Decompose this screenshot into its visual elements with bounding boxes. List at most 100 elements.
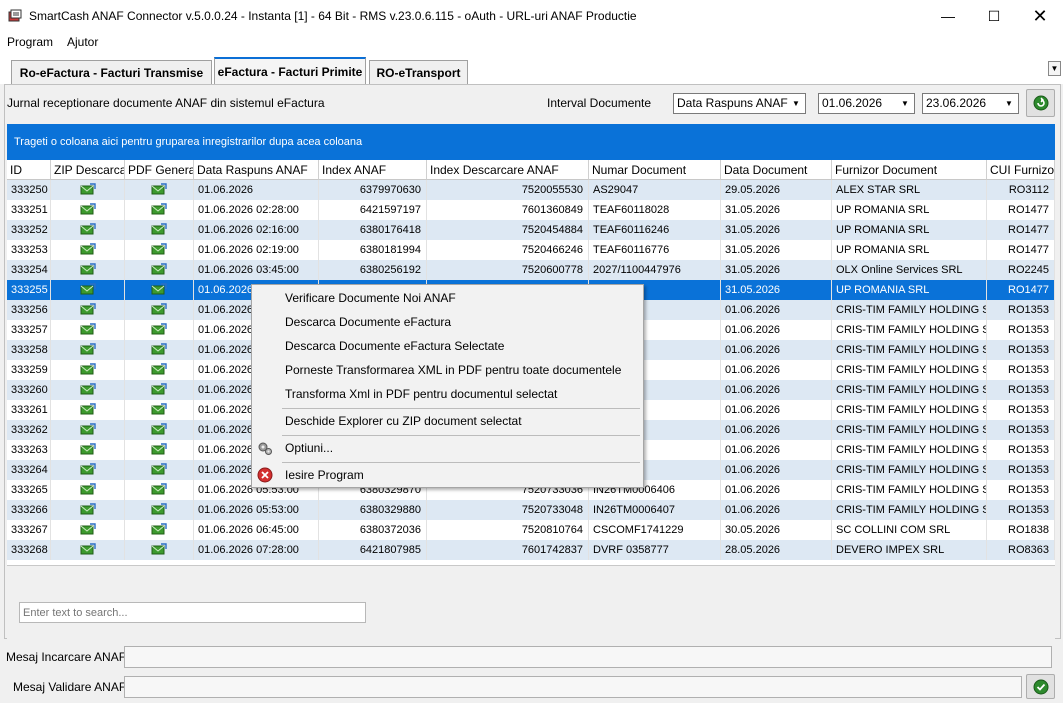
cell-index-anaf: 6380181994: [319, 240, 427, 260]
cell-pdf-status: [125, 460, 194, 480]
search-input[interactable]: [19, 602, 366, 623]
interval-type-value: Data Raspuns ANAF: [677, 96, 788, 110]
cell-zip-status: [51, 200, 125, 220]
zip-downloaded-icon: [80, 203, 96, 215]
column-header-furnizor[interactable]: Furnizor Document: [832, 160, 987, 180]
cell-zip-status: [51, 360, 125, 380]
tab-facturi-primite[interactable]: eFactura - Facturi Primite: [214, 57, 366, 84]
menu-program[interactable]: Program: [7, 35, 53, 49]
cell-id: 333254: [7, 260, 51, 280]
pdf-generated-icon: [151, 223, 167, 235]
cell-cui: RO1353: [987, 380, 1055, 400]
cell-data-document: 29.05.2026: [721, 180, 832, 200]
cell-data-raspuns: 01.06.2026: [194, 180, 319, 200]
cell-pdf-status: [125, 220, 194, 240]
cell-data-document: 31.05.2026: [721, 240, 832, 260]
cell-zip-status: [51, 440, 125, 460]
menu-ajutor[interactable]: Ajutor: [67, 35, 98, 49]
tab-etransport[interactable]: RO-eTransport: [369, 60, 468, 84]
column-header-index-anaf[interactable]: Index ANAF: [319, 160, 427, 180]
menu-item-optiuni[interactable]: Optiuni...: [285, 441, 333, 455]
group-by-panel[interactable]: Trageti o coloana aici pentru gruparea i…: [7, 124, 1055, 160]
menu-item-explorer-zip[interactable]: Deschide Explorer cu ZIP document select…: [285, 414, 522, 428]
pdf-generated-icon: [151, 303, 167, 315]
menu-item-descarca[interactable]: Descarca Documente eFactura: [285, 315, 451, 329]
menu-item-transformare-toate[interactable]: Porneste Transformarea XML in PDF pentru…: [285, 363, 621, 377]
cell-index-anaf: 6380256192: [319, 260, 427, 280]
validare-field: [124, 676, 1022, 698]
menu-item-iesire[interactable]: Iesire Program: [285, 468, 364, 482]
refresh-button[interactable]: [1026, 89, 1055, 117]
cell-index-descarcare: 7601360849: [427, 200, 589, 220]
table-row[interactable]: 333267 01.06.2026 06:45:00 6380372036 75208…: [7, 520, 1055, 540]
cell-cui: RO1353: [987, 320, 1055, 340]
cell-cui: RO1353: [987, 420, 1055, 440]
menu-item-verificare[interactable]: Verificare Documente Noi ANAF: [285, 291, 456, 305]
chevron-down-icon: ▼: [792, 99, 800, 108]
cell-zip-status: [51, 300, 125, 320]
cell-furnizor: CRIS-TIM FAMILY HOLDING S.A: [832, 500, 987, 520]
table-row[interactable]: 333252 01.06.2026 02:16:00 6380176418 75204…: [7, 220, 1055, 240]
zip-downloaded-icon: [80, 283, 96, 295]
table-row[interactable]: 333266 01.06.2026 05:53:00 6380329880 75207…: [7, 500, 1055, 520]
minimize-button[interactable]: —: [925, 0, 971, 32]
date-from-picker[interactable]: 01.06.2026 ▼: [818, 93, 915, 114]
cell-id: 333253: [7, 240, 51, 260]
cell-index-anaf: 6380329880: [319, 500, 427, 520]
validate-button[interactable]: [1026, 674, 1055, 699]
cell-zip-status: [51, 520, 125, 540]
column-header-id[interactable]: ID: [7, 160, 51, 180]
column-header-numar-document[interactable]: Numar Document: [589, 160, 721, 180]
cell-furnizor: DEVERO IMPEX SRL: [832, 540, 987, 560]
cell-data-raspuns: 01.06.2026 07:28:00: [194, 540, 319, 560]
date-to-picker[interactable]: 23.06.2026 ▼: [922, 93, 1019, 114]
cell-id: 333261: [7, 400, 51, 420]
cell-id: 333262: [7, 420, 51, 440]
cell-data-document: 01.06.2026: [721, 380, 832, 400]
column-header-pdf[interactable]: PDF Generat: [125, 160, 194, 180]
tab-scroll-down-icon[interactable]: ▼: [1048, 61, 1061, 76]
menu-item-descarca-selectate[interactable]: Descarca Documente eFactura Selectate: [285, 339, 504, 353]
cell-zip-status: [51, 400, 125, 420]
table-row[interactable]: 333251 01.06.2026 02:28:00 6421597197 76013…: [7, 200, 1055, 220]
pdf-generated-icon: [151, 503, 167, 515]
zip-downloaded-icon: [80, 343, 96, 355]
table-row[interactable]: 333254 01.06.2026 03:45:00 6380256192 75206…: [7, 260, 1055, 280]
cell-zip-status: [51, 280, 125, 300]
cell-furnizor: CRIS-TIM FAMILY HOLDING S.A: [832, 400, 987, 420]
cell-data-document: 01.06.2026: [721, 480, 832, 500]
column-header-cui[interactable]: CUI Furnizor: [987, 160, 1055, 180]
column-header-data-raspuns[interactable]: Data Raspuns ANAF: [194, 160, 319, 180]
cell-index-descarcare: 7601742837: [427, 540, 589, 560]
maximize-button[interactable]: ☐: [971, 0, 1017, 32]
zip-downloaded-icon: [80, 483, 96, 495]
column-header-zip[interactable]: ZIP Descarcat: [51, 160, 125, 180]
cell-pdf-status: [125, 180, 194, 200]
cell-furnizor: CRIS-TIM FAMILY HOLDING S.A: [832, 380, 987, 400]
menu-item-transforma-selectat[interactable]: Transforma Xml in PDF pentru documentul …: [285, 387, 557, 401]
pdf-generated-icon: [151, 263, 167, 275]
table-row[interactable]: 333250 01.06.2026 6379970630 7520055530 AS29…: [7, 180, 1055, 200]
column-header-data-document[interactable]: Data Document: [721, 160, 832, 180]
column-header-index-descarcare[interactable]: Index Descarcare ANAF: [427, 160, 589, 180]
cell-pdf-status: [125, 480, 194, 500]
cell-index-anaf: 6380176418: [319, 220, 427, 240]
close-button[interactable]: ✕: [1017, 0, 1063, 32]
cell-numar-document: IN26TM0006407: [589, 500, 721, 520]
table-row[interactable]: 333268 01.06.2026 07:28:00 6421807985 76017…: [7, 540, 1055, 560]
cell-pdf-status: [125, 400, 194, 420]
zip-downloaded-icon: [80, 423, 96, 435]
interval-type-select[interactable]: Data Raspuns ANAF ▼: [673, 93, 806, 114]
menu-bar: Program Ajutor: [0, 32, 1063, 54]
cell-id: 333264: [7, 460, 51, 480]
cell-pdf-status: [125, 240, 194, 260]
exit-icon: [257, 467, 273, 483]
cell-zip-status: [51, 500, 125, 520]
tab-facturi-transmise[interactable]: Ro-eFactura - Facturi Transmise: [11, 60, 212, 84]
cell-furnizor: ALEX STAR SRL: [832, 180, 987, 200]
cell-data-document: 28.05.2026: [721, 540, 832, 560]
table-row[interactable]: 333253 01.06.2026 02:19:00 6380181994 75204…: [7, 240, 1055, 260]
pdf-generated-icon: [151, 523, 167, 535]
interval-label: Interval Documente: [547, 96, 652, 110]
cell-data-raspuns: 01.06.2026 02:16:00: [194, 220, 319, 240]
